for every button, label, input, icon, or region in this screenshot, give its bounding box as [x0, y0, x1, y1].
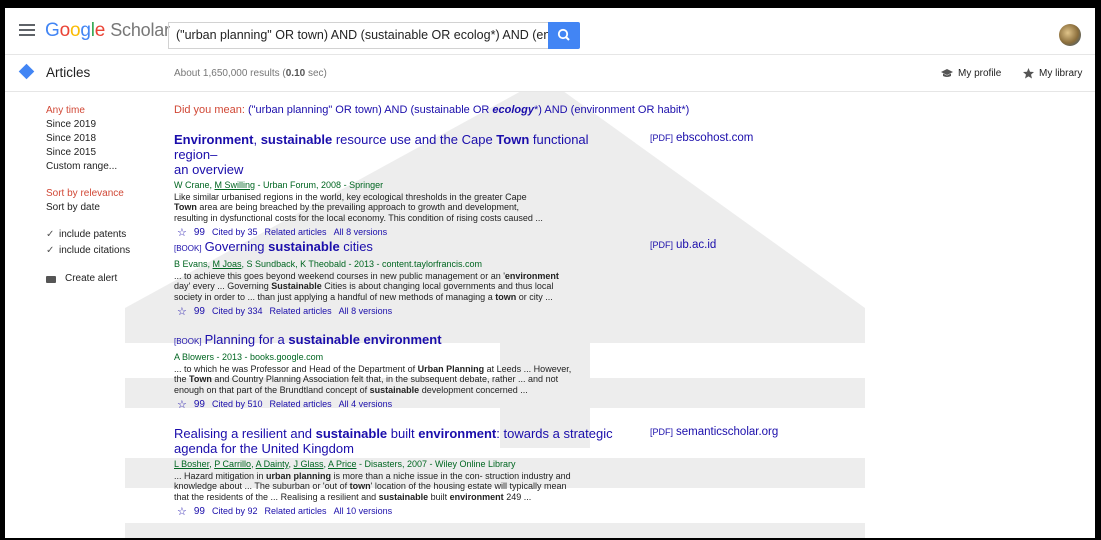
result-authors: W Crane, M Swilling - Urban Forum, 2008 … [174, 180, 384, 190]
result-snippet: ... to achieve this goes beyond weekend … [174, 271, 559, 302]
results-count: About 1,650,000 results (0.10 sec) [174, 68, 327, 79]
cite-quote-icon[interactable]: 99 [194, 227, 205, 238]
search-icon [557, 28, 570, 41]
include-citations-checkbox[interactable]: ✓ include citations [46, 244, 130, 258]
result-authors: B Evans, M Joas, S Sundback, K Theobald … [174, 259, 483, 269]
related-articles-link[interactable]: Related articles [270, 399, 332, 409]
menu-icon[interactable] [19, 24, 35, 36]
result-title[interactable]: Environment, sustainable resource use an… [174, 132, 614, 177]
logo-scholar-text: Scholar [110, 20, 170, 40]
filter-custom-range[interactable]: Custom range... [46, 160, 130, 174]
pdf-link[interactable]: [PDF] semanticscholar.org [650, 426, 778, 438]
cited-by-link[interactable]: Cited by 92 [212, 506, 258, 516]
result-item: Realising a resilient and sustainable bu… [174, 426, 614, 518]
save-star-icon[interactable]: ☆ [177, 226, 187, 239]
checkmark-icon: ✓ [46, 245, 55, 256]
related-articles-link[interactable]: Related articles [270, 306, 332, 316]
save-star-icon[interactable]: ☆ [177, 305, 187, 318]
all-versions-link[interactable]: All 8 versions [334, 227, 388, 237]
book-tag: [BOOK] [174, 244, 202, 253]
save-star-icon[interactable]: ☆ [177, 398, 187, 411]
result-snippet: Like similar urbanised regions in the wo… [174, 192, 543, 223]
sort-by-date[interactable]: Sort by date [46, 201, 130, 215]
all-versions-link[interactable]: All 10 versions [334, 506, 393, 516]
filter-any-time[interactable]: Any time [46, 104, 130, 118]
filter-sidebar: Any time Since 2019 Since 2018 Since 201… [46, 104, 130, 286]
include-patents-checkbox[interactable]: ✓ include patents [46, 228, 130, 242]
all-versions-link[interactable]: All 8 versions [339, 306, 393, 316]
result-item: [BOOK] Governing sustainable cities B Eva… [174, 239, 614, 318]
book-tag: [BOOK] [174, 337, 202, 346]
graduation-cap-icon [941, 68, 953, 77]
pdf-link[interactable]: [PDF] ub.ac.id [650, 239, 716, 251]
did-you-mean: Did you mean: ("urban planning" OR town)… [174, 104, 690, 116]
avatar[interactable] [1059, 24, 1081, 46]
result-actions: ☆ 99 Cited by 92 Related articles All 10 ver… [174, 505, 614, 518]
result-snippet: ... to which he was Professor and Head o… [174, 364, 572, 395]
cite-quote-icon[interactable]: 99 [194, 306, 205, 317]
all-versions-link[interactable]: All 4 versions [339, 399, 393, 409]
cite-quote-icon[interactable]: 99 [194, 399, 205, 410]
result-actions: ☆ 99 Cited by 510 Related articles All 4 ver… [174, 398, 614, 411]
section-title[interactable]: Articles [46, 65, 90, 80]
cited-by-link[interactable]: Cited by 510 [212, 399, 263, 409]
my-library-link[interactable]: My library [1023, 68, 1082, 79]
filter-since-2019[interactable]: Since 2019 [46, 118, 130, 132]
my-profile-link[interactable]: My profile [941, 68, 1001, 79]
sort-by-relevance[interactable]: Sort by relevance [46, 187, 130, 201]
cited-by-link[interactable]: Cited by 334 [212, 306, 263, 316]
result-authors: L Bosher, P Carrillo, A Dainty, J Glass,… [174, 459, 516, 469]
articles-diamond-icon [18, 63, 35, 80]
result-snippet: ... Hazard mitigation in urban planning … [174, 471, 571, 502]
checkmark-icon: ✓ [46, 229, 55, 240]
result-item: Environment, sustainable resource use an… [174, 132, 614, 239]
envelope-icon [46, 275, 56, 283]
result-title[interactable]: [BOOK] Planning for a sustainable environ… [174, 332, 614, 349]
result-actions: ☆ 99 Cited by 35 Related articles All 8 vers… [174, 226, 614, 239]
result-authors: A Blowers - 2013 - books.google.com [174, 352, 324, 362]
result-item: [BOOK] Planning for a sustainable environ… [174, 332, 614, 411]
filter-since-2015[interactable]: Since 2015 [46, 146, 130, 160]
result-actions: ☆ 99 Cited by 334 Related articles All 8 ver… [174, 305, 614, 318]
pdf-link[interactable]: [PDF] ebscohost.com [650, 132, 753, 144]
save-star-icon[interactable]: ☆ [177, 505, 187, 518]
result-title[interactable]: Realising a resilient and sustainable bu… [174, 426, 614, 456]
sub-bar: Articles About 1,650,000 results (0.10 s… [5, 55, 1095, 92]
suggestion-link[interactable]: ("urban planning" OR town) AND (sustaina… [248, 104, 689, 116]
related-articles-link[interactable]: Related articles [265, 506, 327, 516]
top-bar: Google Scholar ("urban planning" OR town… [5, 8, 1095, 55]
result-title[interactable]: [BOOK] Governing sustainable cities [174, 239, 614, 256]
google-scholar-logo[interactable]: Google Scholar [45, 20, 170, 42]
cited-by-link[interactable]: Cited by 35 [212, 227, 258, 237]
create-alert-link[interactable]: Create alert [46, 272, 130, 286]
scholar-page: Google Scholar ("urban planning" OR town… [5, 8, 1095, 538]
filter-since-2018[interactable]: Since 2018 [46, 132, 130, 146]
related-articles-link[interactable]: Related articles [265, 227, 327, 237]
search-button[interactable] [548, 22, 580, 49]
cite-quote-icon[interactable]: 99 [194, 506, 205, 517]
search-input[interactable]: ("urban planning" OR town) AND (sustaina… [168, 22, 548, 49]
star-icon [1023, 68, 1034, 79]
